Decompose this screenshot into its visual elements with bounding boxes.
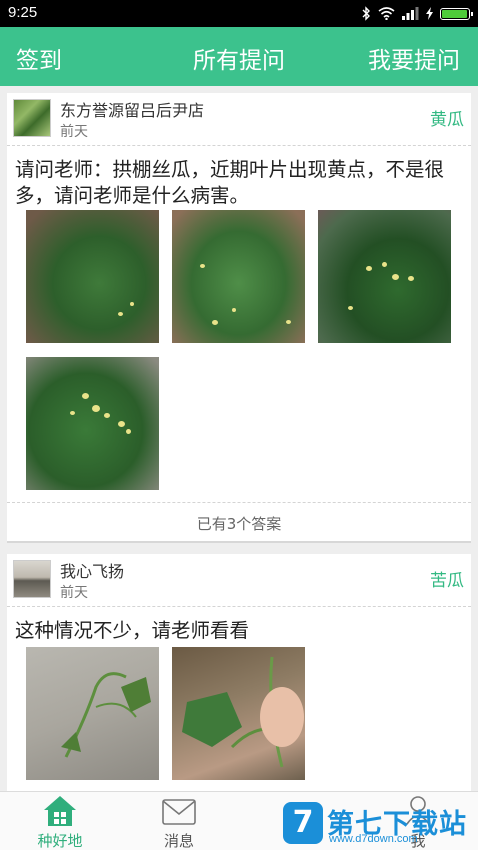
avatar[interactable] <box>13 560 51 598</box>
question-card[interactable]: 东方誉源留吕后尹店 前天 黄瓜 请问老师：拱棚丝瓜，近期叶片出现黄点，不是很多，… <box>7 93 471 543</box>
tab-label: 种好地 <box>37 832 83 850</box>
user-name[interactable]: 东方誉源留吕后尹店 <box>60 97 204 121</box>
card-header: 东方誉源留吕后尹店 前天 黄瓜 <box>7 93 471 145</box>
question-text: 请问老师：拱棚丝瓜，近期叶片出现黄点，不是很多，请问老师是什么病害。 <box>15 158 445 207</box>
watermark-badge: 7 <box>283 802 323 844</box>
avatar[interactable] <box>13 99 51 137</box>
answer-count[interactable]: 已有3个答案 <box>7 513 471 534</box>
mail-icon <box>162 799 196 825</box>
divider <box>7 145 471 146</box>
question-photo[interactable] <box>318 210 451 343</box>
user-name[interactable]: 我心飞扬 <box>60 558 124 582</box>
bluetooth-icon <box>362 6 370 21</box>
card-header: 我心飞扬 前天 苦瓜 <box>7 554 471 606</box>
question-photo[interactable] <box>172 647 305 780</box>
crop-tag[interactable]: 黄瓜 <box>430 105 464 130</box>
top-bar: 签到 所有提问 我要提问 <box>0 27 478 86</box>
signal-icon <box>402 7 419 20</box>
question-card[interactable]: 我心飞扬 前天 苦瓜 这种情况不少，请老师看看 <box>7 554 471 791</box>
tab-label: 消息 <box>163 832 194 850</box>
charging-icon <box>426 7 433 20</box>
tab-home[interactable]: 种好地 <box>0 792 120 850</box>
home-icon <box>44 796 76 826</box>
status-bar: 9:25 <box>0 0 478 27</box>
crop-tag[interactable]: 苦瓜 <box>430 566 464 591</box>
ask-question-button[interactable]: 我要提问 <box>368 41 460 75</box>
post-time: 前天 <box>60 585 88 601</box>
question-text: 这种情况不少，请老师看看 <box>15 619 250 642</box>
watermark-logo: 7 第七下载站 www.d7down.com <box>283 796 478 850</box>
wifi-icon <box>378 7 395 20</box>
post-time: 前天 <box>60 124 88 140</box>
divider <box>7 502 471 503</box>
card-bottom-border <box>7 541 471 543</box>
question-photo[interactable] <box>26 647 159 780</box>
divider <box>7 606 471 607</box>
status-icons <box>362 5 473 22</box>
tab-messages[interactable]: 消息 <box>119 792 239 850</box>
question-photo[interactable] <box>26 357 159 490</box>
status-time: 9:25 <box>8 4 38 21</box>
battery-icon <box>440 7 473 20</box>
question-photo[interactable] <box>26 210 159 343</box>
question-feed[interactable]: 东方誉源留吕后尹店 前天 黄瓜 请问老师：拱棚丝瓜，近期叶片出现黄点，不是很多，… <box>0 86 478 791</box>
question-photo[interactable] <box>172 210 305 343</box>
watermark-url: www.d7down.com <box>329 833 418 845</box>
